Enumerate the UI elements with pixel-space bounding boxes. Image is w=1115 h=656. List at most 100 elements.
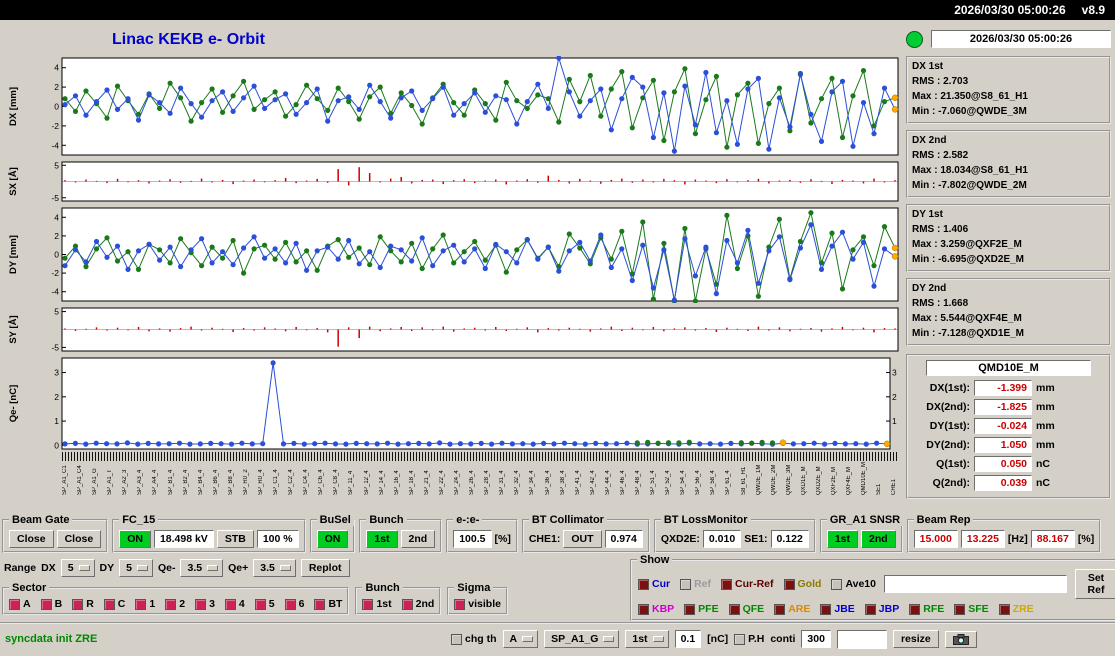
bunch-checks: 1st 2nd	[362, 598, 434, 610]
checkbox-cur-ref[interactable]: Cur-Ref	[721, 578, 774, 590]
resize-button[interactable]: resize	[893, 630, 939, 648]
checkbox-3[interactable]: 3	[195, 598, 215, 610]
checkbox-a[interactable]: A	[9, 598, 31, 610]
busel-on-button[interactable]: ON	[317, 530, 349, 548]
range-dy-select[interactable]: 5	[119, 559, 153, 577]
checkbox-1st[interactable]: 1st	[362, 598, 391, 610]
x-axis-label: SP_14_4	[379, 462, 385, 495]
svg-text:4: 4	[54, 63, 59, 73]
ph-checkbox[interactable]: P.H	[734, 633, 764, 645]
x-axis-label: SP_C4_4	[303, 462, 309, 495]
checkbox-cur[interactable]: Cur	[638, 578, 670, 590]
monitor-select[interactable]: SP_A1_G	[544, 630, 619, 648]
range-dx-select[interactable]: 5	[61, 559, 95, 577]
fc15-stb-button[interactable]: STB	[217, 530, 254, 548]
checkbox-label: Cur-Ref	[735, 578, 774, 590]
stat-box: DY 2ndRMS : 1.668Max : 5.544@QXF4E_MMin …	[906, 278, 1111, 346]
x-axis-label: SP_12_4	[364, 462, 370, 495]
stats-column: DX 1stRMS : 2.703Max : 21.350@S8_61_H1Mi…	[906, 56, 1111, 346]
set-ref-button[interactable]: Set Ref	[1075, 569, 1115, 599]
sigma-frame: Sigma visible	[447, 587, 508, 615]
svg-text:4: 4	[54, 212, 59, 222]
range-label: Range	[4, 562, 36, 574]
checkbox-kbp[interactable]: KBP	[638, 603, 674, 615]
monitor-value: 1.050	[974, 437, 1032, 453]
x-axis-label: SP_R0_2	[243, 462, 249, 495]
checkbox-square	[41, 599, 52, 610]
checkbox-ave10[interactable]: Ave10	[831, 578, 876, 590]
blank-field[interactable]	[837, 630, 887, 649]
checkbox-sfe[interactable]: SFE	[954, 603, 988, 615]
checkbox-visible[interactable]: visible	[454, 598, 501, 610]
beam-gate-close-button-2[interactable]: Close	[57, 530, 102, 548]
interval-field[interactable]: 300	[801, 630, 831, 648]
checkbox-are[interactable]: ARE	[774, 603, 810, 615]
checkbox-pfe[interactable]: PFE	[684, 603, 718, 615]
checkbox-r[interactable]: R	[72, 598, 94, 610]
range-qe-minus-label: Qe-	[158, 562, 176, 574]
x-axis-label: QXD1E_M	[801, 462, 807, 495]
checkbox-c[interactable]: C	[104, 598, 126, 610]
x-axis-label: CHE1	[891, 462, 897, 495]
qxd2e-label: QXD2E:	[661, 533, 700, 545]
threshold-field[interactable]: 0.1	[675, 630, 702, 648]
x-axis-label: SP_R0_4	[258, 462, 264, 495]
beam-gate-close-button-1[interactable]: Close	[9, 530, 54, 548]
x-axis-label: SP_54_4	[680, 462, 686, 495]
checkbox-1[interactable]: 1	[135, 598, 155, 610]
x-axis-tickband	[62, 452, 898, 461]
stat-rms: RMS : 2.703	[912, 74, 1105, 89]
svg-text:SY [Å]: SY [Å]	[8, 315, 19, 343]
monitor-label: Q(1st):	[912, 458, 970, 470]
checkbox-rfe[interactable]: RFE	[909, 603, 944, 615]
x-axis-label: SP_38_4	[560, 462, 566, 495]
x-axis-label: SP_C1_4	[273, 462, 279, 495]
fc15-title: FC_15	[119, 514, 158, 526]
show-frame: Show CurRefCur-RefGoldAve10 Set Ref KBPP…	[630, 559, 1115, 621]
monitor-row: DY(1st):-0.024mm	[912, 418, 1105, 434]
checkbox-2nd[interactable]: 2nd	[402, 598, 435, 610]
x-axis-label: QWDE_2M	[771, 462, 777, 495]
x-axis-labels: SP_A1_C1SP_A1_C4SP_A1_GSP_A1_TSP_A2_3SP_…	[62, 462, 898, 495]
bunch-2nd-button[interactable]: 2nd	[401, 530, 436, 548]
checkbox-b[interactable]: B	[41, 598, 63, 610]
checkbox-square	[820, 604, 831, 615]
checkbox-5[interactable]: 5	[255, 598, 275, 610]
chg-th-checkbox[interactable]: chg th	[451, 633, 497, 645]
ref-input[interactable]	[884, 575, 1067, 593]
range-qe-plus-select[interactable]: 3.5	[253, 559, 296, 577]
checkbox-bt[interactable]: BT	[314, 598, 342, 610]
bt-collimator-frame: BT Collimator CHE1: OUT 0.974	[522, 519, 650, 553]
sector-select[interactable]: A	[503, 630, 539, 648]
checkbox-label: visible	[468, 598, 501, 610]
range-qe-minus-select[interactable]: 3.5	[180, 559, 223, 577]
che1-out-button[interactable]: OUT	[563, 530, 601, 548]
checkbox-zre[interactable]: ZRE	[999, 603, 1034, 615]
checkbox-jbp[interactable]: JBP	[865, 603, 899, 615]
x-axis-label: SP_51_4	[650, 462, 656, 495]
range-dy-label: DY	[100, 562, 115, 574]
checkbox-jbe[interactable]: JBE	[820, 603, 854, 615]
gr-snsr-2nd-button[interactable]: 2nd	[861, 530, 896, 548]
checkbox-ref[interactable]: Ref	[680, 578, 711, 590]
svg-text:-4: -4	[51, 287, 59, 297]
bunch-1st-button[interactable]: 1st	[366, 530, 397, 548]
x-axis-label: SP_22_4	[439, 462, 445, 495]
monitor-box: QMD10E_M DX(1st):-1.399mmDX(2nd):-1.825m…	[906, 354, 1111, 499]
checkbox-qfe[interactable]: QFE	[729, 603, 765, 615]
checkbox-2[interactable]: 2	[165, 598, 185, 610]
bunch-order-select[interactable]: 1st	[625, 630, 668, 648]
x-axis-label: SP_A1_C4	[77, 462, 83, 495]
gr-snsr-1st-button[interactable]: 1st	[827, 530, 858, 548]
svg-text:5: 5	[54, 307, 59, 317]
checkbox-label: 4	[239, 598, 245, 610]
checkbox-label: JBP	[879, 603, 899, 615]
chart-dx: 420-2-4DX [mm]	[4, 56, 908, 157]
camera-button[interactable]	[945, 631, 977, 648]
checkbox-gold[interactable]: Gold	[784, 578, 822, 590]
replot-button[interactable]: Replot	[301, 559, 350, 577]
checkbox-label: Ave10	[845, 578, 876, 590]
fc15-on-button[interactable]: ON	[119, 530, 151, 548]
checkbox-4[interactable]: 4	[225, 598, 245, 610]
checkbox-6[interactable]: 6	[285, 598, 305, 610]
